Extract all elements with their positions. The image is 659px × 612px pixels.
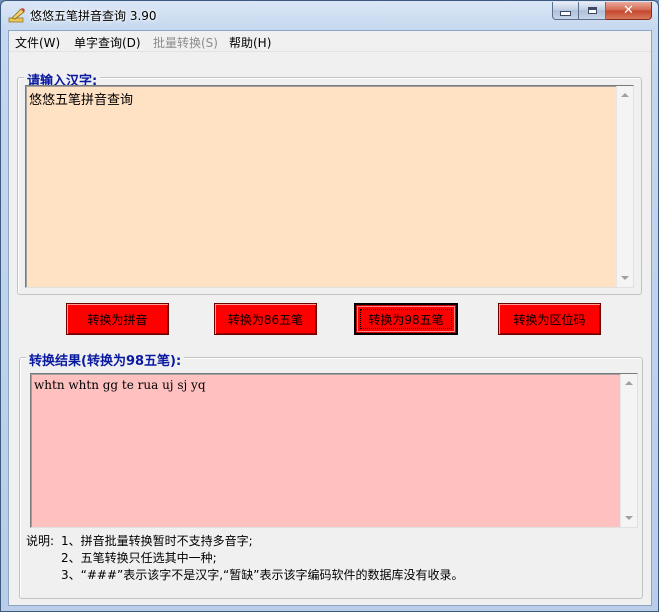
scroll-down-icon[interactable] <box>621 276 629 280</box>
menu-help[interactable]: 帮助(H) <box>229 34 271 51</box>
convert-quwei-button[interactable]: 转换为区位码 <box>498 303 601 335</box>
close-icon: ✕ <box>623 3 634 18</box>
input-group: 请输入汉字: 悠悠五笔拼音查询 <box>17 70 642 295</box>
input-text: 悠悠五笔拼音查询 <box>29 93 134 108</box>
minimize-icon <box>560 11 571 16</box>
menu-batch-convert[interactable]: 批量转换(S) <box>153 34 218 51</box>
input-textarea[interactable]: 悠悠五笔拼音查询 <box>25 85 634 288</box>
convert-quwei-label: 转换为区位码 <box>513 312 586 327</box>
menu-file[interactable]: 文件(W) <box>15 34 60 51</box>
convert-wubi86-label: 转换为86五笔 <box>227 312 304 327</box>
title-bar[interactable]: 悠悠五笔拼音查询 3.90 ✕ <box>1 1 658 29</box>
note-line-2: 2、五笔转换只任选其中一种; <box>61 551 217 565</box>
window-title: 悠悠五笔拼音查询 3.90 <box>30 9 157 23</box>
menu-single-lookup[interactable]: 单字查询(D) <box>74 34 141 51</box>
convert-wubi86-button[interactable]: 转换为86五笔 <box>214 303 317 335</box>
notes-prefix: 说明: <box>26 534 55 548</box>
scroll-down-icon[interactable] <box>625 516 633 520</box>
app-window: 悠悠五笔拼音查询 3.90 ✕ 文件(W) 单字查询(D) 批量转换(S) 帮助… <box>0 0 659 612</box>
app-pen-icon <box>8 8 25 23</box>
result-legend: 转换结果(转换为98五笔): <box>26 350 185 369</box>
note-line-1: 1、拼音批量转换暂时不支持多音字; <box>61 534 253 548</box>
scroll-up-icon[interactable] <box>621 93 629 97</box>
input-scrollbar[interactable] <box>616 86 633 287</box>
menu-bar: 文件(W) 单字查询(D) 批量转换(S) 帮助(H) <box>9 31 651 52</box>
maximize-button[interactable] <box>579 2 606 20</box>
scroll-up-icon[interactable] <box>625 381 633 385</box>
result-textarea[interactable]: whtn whtn gg te rua uj sj yq <box>30 373 638 528</box>
note-line-3: 3、“###”表示该字不是汉字,“暂缺”表示该字编码软件的数据库没有收录。 <box>61 568 464 582</box>
client-area: 文件(W) 单字查询(D) 批量转换(S) 帮助(H) 请输入汉字: 悠悠五笔拼… <box>8 30 652 606</box>
minimize-button[interactable] <box>552 2 579 20</box>
convert-pinyin-label: 转换为拼音 <box>87 312 148 327</box>
convert-pinyin-button[interactable]: 转换为拼音 <box>66 303 169 335</box>
focus-rect <box>360 309 452 329</box>
result-scrollbar[interactable] <box>620 374 637 527</box>
maximize-icon <box>587 7 597 14</box>
result-text: whtn whtn gg te rua uj sj yq <box>34 378 206 392</box>
close-button[interactable]: ✕ <box>606 2 652 20</box>
convert-wubi98-button[interactable]: 转换为98五笔 <box>354 303 458 335</box>
